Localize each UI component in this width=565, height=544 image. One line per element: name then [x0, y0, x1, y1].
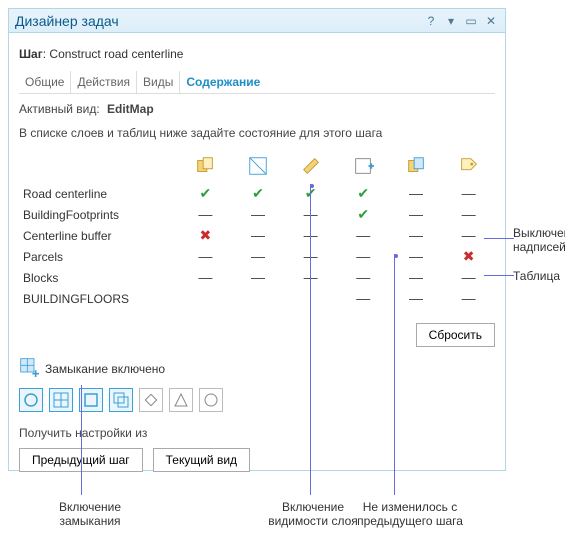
- grid-cell[interactable]: —: [442, 288, 495, 309]
- col-labels-icon: [442, 152, 495, 183]
- tab-actions[interactable]: Действия: [71, 71, 137, 93]
- close-icon[interactable]: ✕: [483, 13, 499, 29]
- grid-cell[interactable]: ✔: [337, 183, 390, 204]
- layer-name: BuildingFootprints: [19, 204, 179, 225]
- help-icon[interactable]: ?: [423, 13, 439, 29]
- grid-cell[interactable]: —: [337, 246, 390, 267]
- step-name: Construct road centerline: [49, 47, 183, 61]
- snapping-label: Замыкание включено: [45, 362, 165, 376]
- shape-toolbar: [19, 388, 495, 412]
- grid-cell[interactable]: —: [179, 246, 232, 267]
- annot-dot: [394, 254, 398, 258]
- shape-triangle-button[interactable]: [169, 388, 193, 412]
- tab-general[interactable]: Общие: [19, 71, 71, 93]
- grid-cell[interactable]: ✔: [179, 183, 232, 204]
- layers-grid: Road centerline✔✔✔✔——BuildingFootprints—…: [19, 152, 495, 309]
- shape-circle-button[interactable]: [19, 388, 43, 412]
- grid-cell[interactable]: —: [390, 183, 443, 204]
- grid-cell[interactable]: ✔: [232, 183, 285, 204]
- grid-cell[interactable]: —: [442, 183, 495, 204]
- annot-table: Таблица: [513, 269, 560, 283]
- annot-line: [81, 385, 82, 495]
- grid-cell[interactable]: —: [232, 204, 285, 225]
- shape-double-square-button[interactable]: [109, 388, 133, 412]
- table-row: Blocks——————: [19, 267, 495, 288]
- grid-cell[interactable]: ✔: [337, 204, 390, 225]
- window-title: Дизайнер задач: [15, 13, 119, 29]
- layer-name: Road centerline: [19, 183, 179, 204]
- grid-cell[interactable]: —: [390, 288, 443, 309]
- shape-square-button[interactable]: [79, 388, 103, 412]
- table-row: BUILDINGFLOORS———: [19, 288, 495, 309]
- annot-snap-on: Включение замыкания: [40, 500, 140, 529]
- grid-cell[interactable]: —: [390, 225, 443, 246]
- shape-circle2-button[interactable]: [199, 388, 223, 412]
- annot-unchanged: Не изменилось с предыдущего шага: [350, 500, 470, 529]
- layer-name: Parcels: [19, 246, 179, 267]
- maximize-icon[interactable]: ▭: [463, 13, 479, 29]
- col-visibility-icon: [337, 152, 390, 183]
- instruction-text: В списке слоев и таблиц ниже задайте сос…: [19, 126, 495, 140]
- active-view-row: Активный вид: EditMap: [19, 102, 495, 116]
- col-selectable-icon: [232, 152, 285, 183]
- grid-cell[interactable]: ✖: [442, 246, 495, 267]
- grid-cell[interactable]: —: [390, 267, 443, 288]
- get-settings-label: Получить настройки из: [19, 426, 495, 440]
- annot-line: [484, 238, 514, 239]
- tab-views[interactable]: Виды: [137, 71, 180, 93]
- grid-cell[interactable]: —: [442, 204, 495, 225]
- annot-line: [310, 184, 311, 495]
- grid-cell[interactable]: —: [337, 225, 390, 246]
- col-snapping-icon: [179, 152, 232, 183]
- annot-line: [394, 254, 395, 495]
- grid-cell[interactable]: —: [232, 246, 285, 267]
- grid-cell[interactable]: —: [232, 225, 285, 246]
- task-designer-panel: Дизайнер задач ? ▾ ▭ ✕ Шаг: Construct ro…: [8, 8, 506, 471]
- col-editable-icon: [284, 152, 337, 183]
- layer-name: Blocks: [19, 267, 179, 288]
- shape-grid-button[interactable]: [49, 388, 73, 412]
- grid-cell[interactable]: —: [232, 267, 285, 288]
- table-row: Centerline buffer✖—————: [19, 225, 495, 246]
- col-symbology-icon: [390, 152, 443, 183]
- layer-name: BUILDINGFLOORS: [19, 288, 179, 309]
- reset-button[interactable]: Сбросить: [416, 323, 495, 347]
- tabs: Общие Действия Виды Содержание: [19, 71, 495, 94]
- grid-plus-icon: [19, 357, 39, 380]
- annot-labels-off: Выключени надписей: [513, 226, 565, 255]
- step-prefix: Шаг: [19, 47, 43, 61]
- current-view-button[interactable]: Текущий вид: [153, 448, 250, 472]
- annot-dot: [310, 184, 314, 188]
- grid-cell[interactable]: ✖: [179, 225, 232, 246]
- table-row: BuildingFootprints———✔——: [19, 204, 495, 225]
- table-row: Parcels—————✖: [19, 246, 495, 267]
- grid-cell[interactable]: —: [179, 204, 232, 225]
- active-view-value: EditMap: [107, 102, 154, 116]
- grid-cell[interactable]: —: [442, 267, 495, 288]
- step-row: Шаг: Construct road centerline: [19, 47, 495, 61]
- titlebar: Дизайнер задач ? ▾ ▭ ✕: [9, 9, 505, 33]
- grid-cell[interactable]: —: [337, 267, 390, 288]
- grid-cell[interactable]: [179, 288, 232, 309]
- grid-cell[interactable]: —: [442, 225, 495, 246]
- dropdown-icon[interactable]: ▾: [443, 13, 459, 29]
- annot-line: [484, 275, 514, 276]
- shape-diamond-button[interactable]: [139, 388, 163, 412]
- layer-name: Centerline buffer: [19, 225, 179, 246]
- grid-cell[interactable]: —: [179, 267, 232, 288]
- grid-cell[interactable]: —: [337, 288, 390, 309]
- tab-contents[interactable]: Содержание: [180, 71, 266, 93]
- table-row: Road centerline✔✔✔✔——: [19, 183, 495, 204]
- grid-cell[interactable]: [232, 288, 285, 309]
- grid-cell[interactable]: —: [390, 204, 443, 225]
- active-view-label: Активный вид:: [19, 102, 100, 116]
